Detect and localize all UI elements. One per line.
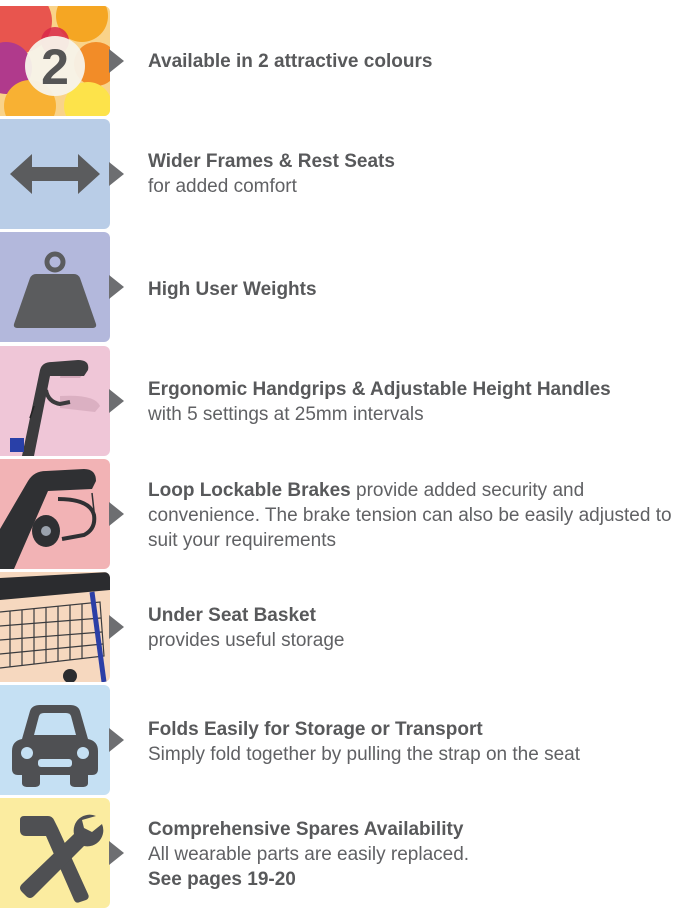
colour-number-icon: 2 xyxy=(0,6,110,116)
pointer-arrow xyxy=(109,49,124,73)
page-reference-link[interactable]: See pages 19-20 xyxy=(148,867,674,892)
tools-icon xyxy=(0,798,110,908)
feature-subtitle: Simply fold together by pulling the stra… xyxy=(148,744,580,765)
car-icon xyxy=(0,685,110,795)
weight-icon xyxy=(0,232,110,342)
feature-title: Wider Frames & Rest Seats xyxy=(148,151,395,172)
feature-title: Folds Easily for Storage or Transport xyxy=(148,719,483,740)
feature-title: Comprehensive Spares Availability xyxy=(148,819,464,840)
double-arrow-icon xyxy=(0,119,110,229)
svg-text:2: 2 xyxy=(41,39,69,95)
feature-text: Loop Lockable Brakes provide added secur… xyxy=(148,478,674,553)
pointer-arrow xyxy=(109,162,124,186)
pointer-arrow xyxy=(109,389,124,413)
pointer-arrow xyxy=(109,502,124,526)
feature-title: Loop Lockable Brakes xyxy=(148,480,351,501)
feature-text: Available in 2 attractive colours xyxy=(148,49,674,74)
feature-row-wider-frames: Wider Frames & Rest Seats for added comf… xyxy=(0,119,684,229)
feature-row-spares: Comprehensive Spares Availability All we… xyxy=(0,798,684,908)
feature-text: Ergonomic Handgrips & Adjustable Height … xyxy=(148,377,674,427)
feature-text: Comprehensive Spares Availability All we… xyxy=(148,817,674,892)
pointer-arrow xyxy=(109,615,124,639)
feature-text: Folds Easily for Storage or Transport Si… xyxy=(148,717,674,767)
pointer-arrow xyxy=(109,275,124,299)
basket-photo-icon xyxy=(0,572,110,682)
feature-row-folds: Folds Easily for Storage or Transport Si… xyxy=(0,685,684,795)
feature-row-basket: Under Seat Basket provides useful storag… xyxy=(0,572,684,682)
feature-text: Under Seat Basket provides useful storag… xyxy=(148,603,674,653)
feature-title: High User Weights xyxy=(148,279,317,300)
feature-title: Under Seat Basket xyxy=(148,605,316,626)
feature-title: Ergonomic Handgrips & Adjustable Height … xyxy=(148,379,611,400)
handgrip-photo-icon xyxy=(0,346,110,456)
feature-row-colours: 2 Available in 2 attractive colours xyxy=(0,6,684,116)
feature-subtitle: with 5 settings at 25mm intervals xyxy=(148,404,424,425)
feature-title: Available in 2 attractive colours xyxy=(148,51,433,72)
pointer-arrow xyxy=(109,728,124,752)
feature-subtitle: for added comfort xyxy=(148,176,297,197)
feature-subtitle: provides useful storage xyxy=(148,630,345,651)
brake-photo-icon xyxy=(0,459,110,569)
feature-subtitle: All wearable parts are easily replaced. xyxy=(148,844,470,865)
feature-row-weights: High User Weights xyxy=(0,232,684,342)
feature-text: Wider Frames & Rest Seats for added comf… xyxy=(148,149,674,199)
feature-row-handgrips: Ergonomic Handgrips & Adjustable Height … xyxy=(0,346,684,456)
pointer-arrow xyxy=(109,841,124,865)
feature-text: High User Weights xyxy=(148,277,674,302)
feature-row-brakes: Loop Lockable Brakes provide added secur… xyxy=(0,459,684,569)
